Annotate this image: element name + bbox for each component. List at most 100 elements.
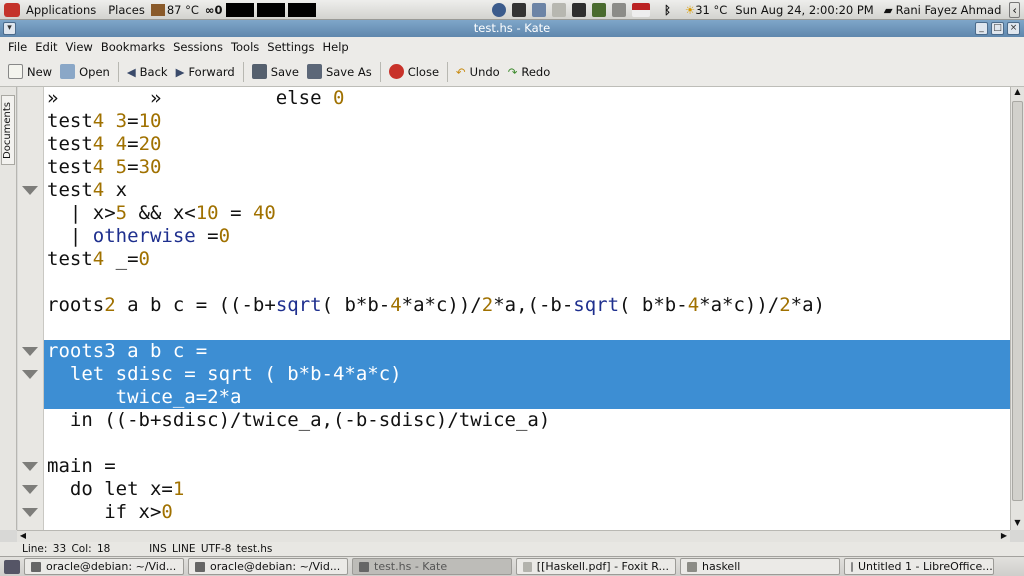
task-label: [[Haskell.pdf] - Foxit R... — [536, 560, 669, 573]
menu-help[interactable]: Help — [322, 40, 348, 54]
menu-file[interactable]: File — [8, 40, 27, 54]
undo-button[interactable]: ↶ Undo — [456, 65, 500, 79]
horizontal-scrollbar[interactable]: ◀ ▶ — [17, 530, 1010, 542]
code-line[interactable]: twice_a=2*a — [47, 386, 242, 409]
code-line[interactable]: test4 5=30 — [47, 156, 161, 179]
minimize-icon[interactable]: _ — [975, 22, 988, 35]
cpu-monitor-icon[interactable] — [571, 2, 586, 17]
code-line[interactable]: | x>5 && x<10 = 40 — [47, 202, 276, 225]
volume-icon[interactable] — [611, 2, 626, 17]
encoding[interactable]: UTF-8 — [201, 543, 232, 555]
scroll-thumb[interactable] — [1012, 101, 1023, 501]
code-line[interactable]: test4 4=20 — [47, 133, 161, 156]
fold-toggle-icon[interactable] — [22, 508, 38, 517]
distro-logo-icon[interactable] — [4, 2, 20, 17]
places-menu[interactable]: Places — [108, 3, 145, 17]
user-name: Rani Fayez Ahmad — [895, 2, 1002, 17]
weather[interactable]: ☀ 31 °C — [685, 3, 727, 17]
window-titlebar[interactable]: ▾ test.hs - Kate _ □ × — [0, 20, 1024, 37]
calendar-icon[interactable] — [591, 2, 606, 17]
scroll-up-icon[interactable]: ▲ — [1011, 87, 1024, 99]
code-line[interactable]: » » else 0 — [47, 87, 344, 110]
menu-sessions[interactable]: Sessions — [173, 40, 223, 54]
code-line[interactable]: test4 x — [47, 179, 127, 202]
task-label: test.hs - Kate — [374, 560, 448, 573]
task-label: haskell — [702, 560, 741, 573]
new-document-icon — [8, 64, 23, 79]
task-label: oracle@debian: ~/Vid... — [46, 560, 177, 573]
code-line[interactable]: let sdisc = sqrt ( b*b-4*a*c) — [47, 363, 402, 386]
close-window-icon[interactable]: × — [1007, 22, 1020, 35]
task-kate[interactable]: test.hs - Kate — [352, 558, 512, 575]
globe-icon[interactable] — [491, 2, 506, 17]
maximize-icon[interactable]: □ — [991, 22, 1004, 35]
vertical-scrollbar[interactable]: ▲ ▼ — [1010, 87, 1024, 530]
side-panel: Documents — [0, 87, 17, 530]
forward-button[interactable]: ▶ Forward — [176, 65, 235, 79]
terminal-icon — [31, 561, 41, 572]
new-button[interactable]: New — [8, 64, 52, 79]
close-button[interactable]: Close — [388, 64, 439, 79]
insert-mode[interactable]: INS — [149, 543, 167, 555]
terminal-icon[interactable] — [511, 2, 526, 17]
save-as-button[interactable]: Save As — [306, 64, 372, 79]
code-line[interactable]: test4 3=10 — [47, 110, 161, 133]
forward-arrow-icon: ▶ — [175, 64, 185, 79]
save-icon — [251, 64, 267, 79]
menu-settings[interactable]: Settings — [267, 40, 314, 54]
menu-tools[interactable]: Tools — [231, 40, 259, 54]
code-editor[interactable]: » » else 0 test4 3=10 test4 4=20 test4 5=30… — [44, 87, 1010, 530]
save-button[interactable]: Save — [251, 64, 299, 79]
fold-toggle-icon[interactable] — [22, 186, 38, 195]
task-foxit[interactable]: [[Haskell.pdf] - Foxit R... — [516, 558, 676, 575]
documents-tab[interactable]: Documents — [1, 95, 15, 165]
applications-menu[interactable]: Applications — [26, 3, 96, 17]
power-icon[interactable]: ‹ — [1009, 1, 1020, 18]
task-label: oracle@debian: ~/Vid... — [210, 560, 341, 573]
scroll-down-icon[interactable]: ▼ — [1011, 518, 1024, 530]
fold-toggle-icon[interactable] — [22, 347, 38, 356]
selection-mode[interactable]: LINE — [172, 543, 195, 555]
redo-icon: ↷ — [507, 64, 518, 79]
task-folder[interactable]: haskell — [680, 558, 840, 575]
code-line[interactable]: if x>0 — [47, 501, 173, 524]
menu-view[interactable]: View — [66, 40, 93, 54]
flag-icon[interactable] — [631, 2, 650, 17]
back-button[interactable]: ◀ Back — [127, 65, 168, 79]
save-as-icon — [306, 64, 322, 79]
task-terminal-2[interactable]: oracle@debian: ~/Vid... — [188, 558, 348, 575]
file-name: test.hs — [236, 543, 273, 555]
fold-toggle-icon[interactable] — [22, 485, 38, 494]
user-menu[interactable]: ▰ Rani Fayez Ahmad — [884, 3, 1002, 17]
task-terminal-1[interactable]: oracle@debian: ~/Vid... — [24, 558, 184, 575]
settings-icon[interactable] — [531, 2, 546, 17]
code-line[interactable]: main = — [47, 455, 116, 478]
code-line[interactable]: in ((-b+sdisc)/twice_a,(-b-sdisc)/twice_… — [47, 409, 550, 432]
forward-label: Forward — [188, 64, 235, 79]
code-line[interactable]: roots2 a b c = ((-b+sqrt( b*b-4*a*c))/2*… — [47, 294, 825, 317]
clock[interactable]: Sun Aug 24, 2:00:20 PM — [735, 3, 873, 17]
menu-bookmarks[interactable]: Bookmarks — [101, 40, 165, 54]
redo-button[interactable]: ↷ Redo — [508, 65, 551, 79]
open-button[interactable]: Open — [60, 64, 110, 79]
new-label: New — [27, 64, 53, 79]
menu-edit[interactable]: Edit — [35, 40, 57, 54]
code-line[interactable]: | otherwise =0 — [47, 225, 230, 248]
task-libreoffice[interactable]: Untitled 1 - LibreOffice... — [844, 558, 994, 575]
bluetooth-icon[interactable]: ᛒ — [664, 3, 671, 17]
window-menu-icon[interactable]: ▾ — [3, 22, 16, 35]
fold-gutter[interactable] — [18, 87, 44, 530]
status-bar: Line: 33 Col: 18 INS LINE UTF-8 test.hs — [0, 542, 1024, 556]
fold-toggle-icon[interactable] — [22, 462, 38, 471]
code-line[interactable]: do let x=1 — [47, 478, 184, 501]
scroll-left-icon[interactable]: ◀ — [17, 531, 29, 542]
fold-toggle-icon[interactable] — [22, 370, 38, 379]
show-desktop-icon[interactable] — [4, 559, 20, 574]
code-line[interactable]: roots3 a b c = — [47, 340, 207, 363]
code-line[interactable]: test4 _=0 — [47, 248, 150, 271]
mail-icon[interactable] — [551, 2, 566, 17]
toolbar-divider — [379, 61, 381, 82]
scroll-right-icon[interactable]: ▶ — [998, 531, 1010, 542]
taskbar: oracle@debian: ~/Vid... oracle@debian: ~… — [0, 556, 1024, 576]
terminal-icon — [195, 561, 205, 572]
